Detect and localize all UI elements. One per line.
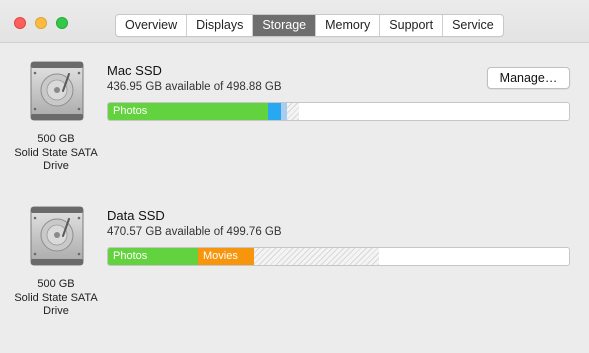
manage-button[interactable]: Manage… [487,67,570,89]
usage-segment-photos: Photos [108,248,198,265]
disk-caption: 500 GB Solid State SATA Drive [6,133,106,174]
storage-usage-bar: Photos Movies [107,247,570,266]
tab-bar: Overview Displays Storage Memory Support… [115,14,504,37]
disk-available-text: 436.95 GB available of 498.88 GB [107,81,282,93]
usage-segment-purgeable [287,103,299,120]
disk-type: Solid State SATA [14,291,98,304]
disk-type-suffix: Drive [43,160,69,172]
disk-available-text: 470.57 GB available of 499.76 GB [107,226,282,238]
tab-overview[interactable]: Overview [116,15,186,36]
tab-support[interactable]: Support [379,15,442,36]
disk-name: Data SSD [107,208,165,223]
tab-service[interactable]: Service [442,15,503,36]
usage-segment-purgeable [254,248,379,265]
hard-drive-icon [30,61,84,121]
disk-name: Mac SSD [107,63,162,78]
disk-capacity: 500 GB [37,133,75,145]
close-window-button[interactable] [14,17,26,29]
usage-segment-apps [268,103,281,120]
disk-type-suffix: Drive [43,305,69,317]
minimize-window-button[interactable] [35,17,47,29]
disk-caption: 500 GB Solid State SATA Drive [6,278,106,319]
disk-capacity: 500 GB [37,278,75,290]
tab-displays[interactable]: Displays [186,15,252,36]
segment-label: Movies [203,250,238,262]
storage-usage-bar: Photos [107,102,570,121]
segment-label: Photos [113,105,148,117]
usage-segment-movies: Movies [198,248,254,265]
zoom-window-button[interactable] [56,17,68,29]
about-this-mac-window: Overview Displays Storage Memory Support… [0,0,589,353]
usage-segment-photos: Photos [108,103,268,120]
title-bar: Overview Displays Storage Memory Support… [0,0,589,43]
disk-type: Solid State SATA [14,146,98,159]
tab-memory[interactable]: Memory [315,15,379,36]
segment-label: Photos [113,250,148,262]
hard-drive-icon [30,206,84,266]
storage-pane: 500 GB Solid State SATA Drive Mac SSD 43… [0,43,589,353]
tab-storage[interactable]: Storage [252,15,316,36]
